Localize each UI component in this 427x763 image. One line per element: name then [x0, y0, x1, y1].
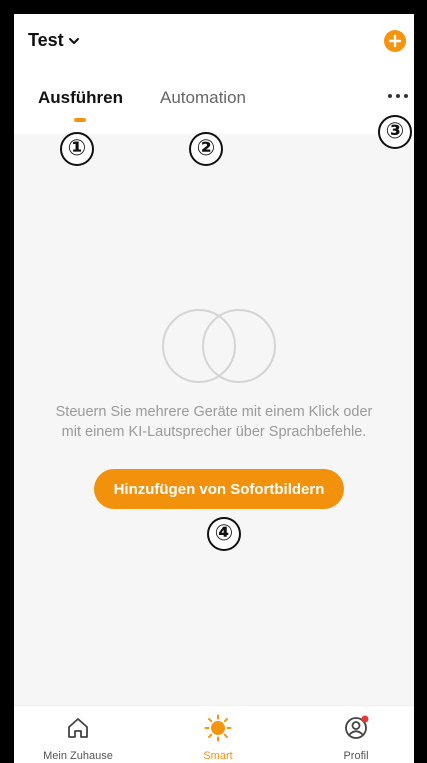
nav-label-mein-zuhause: Mein Zuhause — [43, 750, 113, 762]
home-switcher[interactable]: Test — [28, 30, 80, 51]
more-horizontal-icon — [388, 94, 408, 98]
nav-label-smart: Smart — [203, 750, 233, 762]
plus-circle-icon — [388, 34, 402, 48]
empty-state-message: Steuern Sie mehrere Geräte mit einem Kli… — [24, 402, 404, 442]
overlapping-circles-icon — [162, 309, 276, 383]
device-frame: Test Ausführen Automation ① ② ③ Steuern … — [0, 0, 427, 763]
more-button[interactable] — [384, 86, 412, 106]
annotation-badge-3: ③ — [378, 115, 412, 149]
home-name: Test — [28, 30, 64, 50]
empty-message-line-2: mit einem KI-Lautsprecher über Sprachbef… — [61, 424, 367, 440]
app-screen: Test Ausführen Automation ① ② ③ Steuern … — [14, 14, 414, 763]
tab-ausfuehren[interactable]: Ausführen — [38, 88, 123, 108]
active-tab-indicator — [74, 118, 86, 122]
annotation-badge-4: ④ — [207, 517, 241, 551]
chevron-down-icon — [68, 37, 79, 44]
empty-message-line-1: Steuern Sie mehrere Geräte mit einem Kli… — [55, 404, 373, 420]
top-header: Test Ausführen Automation — [14, 14, 414, 134]
profile-icon — [345, 715, 369, 739]
nav-item-mein-zuhause[interactable]: Mein Zuhause — [18, 706, 138, 763]
tab-automation[interactable]: Automation — [160, 88, 246, 108]
sun-icon — [204, 714, 232, 742]
nav-item-smart[interactable]: Smart — [158, 706, 278, 763]
nav-item-profil[interactable]: Profil — [296, 706, 414, 763]
add-button[interactable] — [384, 30, 406, 52]
add-scene-button[interactable]: Hinzufügen von Sofortbildern — [94, 469, 344, 509]
annotation-badge-1: ① — [60, 132, 94, 166]
nav-label-profil: Profil — [343, 750, 369, 762]
home-icon — [68, 718, 88, 738]
bottom-navigation: Mein Zuhause Smart Profil — [14, 705, 414, 763]
annotation-badge-2: ② — [189, 132, 223, 166]
notification-dot — [361, 715, 369, 723]
